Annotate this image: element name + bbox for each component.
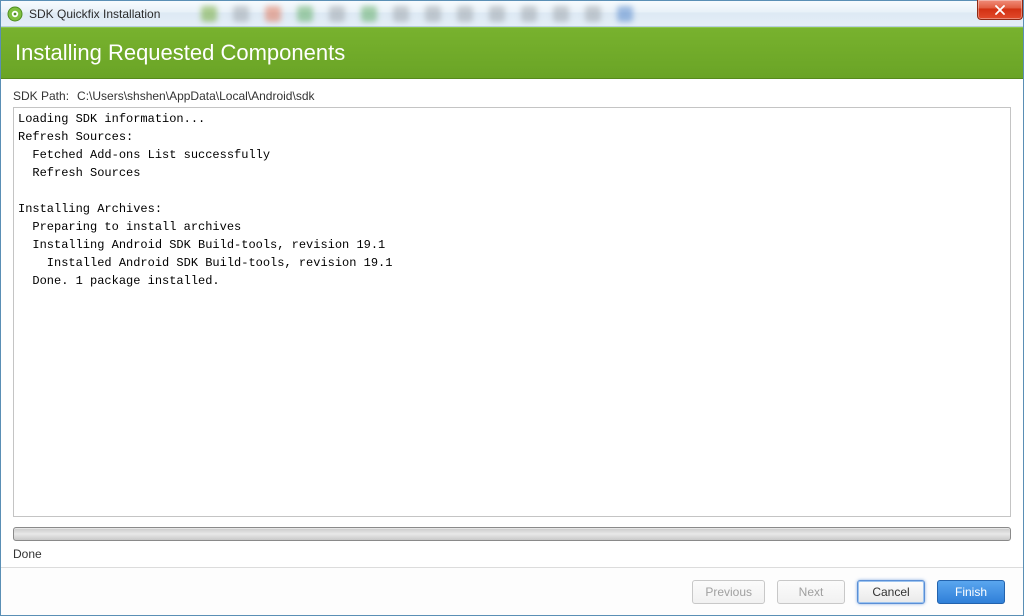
window-title: SDK Quickfix Installation — [29, 7, 160, 21]
app-icon — [7, 6, 23, 22]
footer-button-bar: Previous Next Cancel Finish — [1, 567, 1023, 615]
dialog-window: SDK Quickfix Installation Installing Req… — [0, 0, 1024, 616]
close-icon — [994, 5, 1006, 15]
background-blur-decor — [201, 3, 943, 25]
sdk-path-label: SDK Path: — [13, 89, 69, 103]
window-close-button[interactable] — [977, 0, 1023, 20]
content-area: SDK Path: C:\Users\shshen\AppData\Local\… — [1, 79, 1023, 567]
install-log[interactable]: Loading SDK information... Refresh Sourc… — [13, 107, 1011, 517]
sdk-path-value: C:\Users\shshen\AppData\Local\Android\sd… — [77, 89, 314, 103]
sdk-path-row: SDK Path: C:\Users\shshen\AppData\Local\… — [13, 89, 1011, 103]
titlebar[interactable]: SDK Quickfix Installation — [1, 1, 1023, 27]
previous-button: Previous — [692, 580, 765, 604]
wizard-header: Installing Requested Components — [1, 27, 1023, 79]
progress-bar — [13, 527, 1011, 541]
finish-button[interactable]: Finish — [937, 580, 1005, 604]
status-text: Done — [13, 547, 1011, 561]
window-controls — [977, 0, 1023, 20]
next-button: Next — [777, 580, 845, 604]
cancel-button[interactable]: Cancel — [857, 580, 925, 604]
progress-row — [13, 527, 1011, 541]
wizard-title: Installing Requested Components — [15, 40, 345, 66]
